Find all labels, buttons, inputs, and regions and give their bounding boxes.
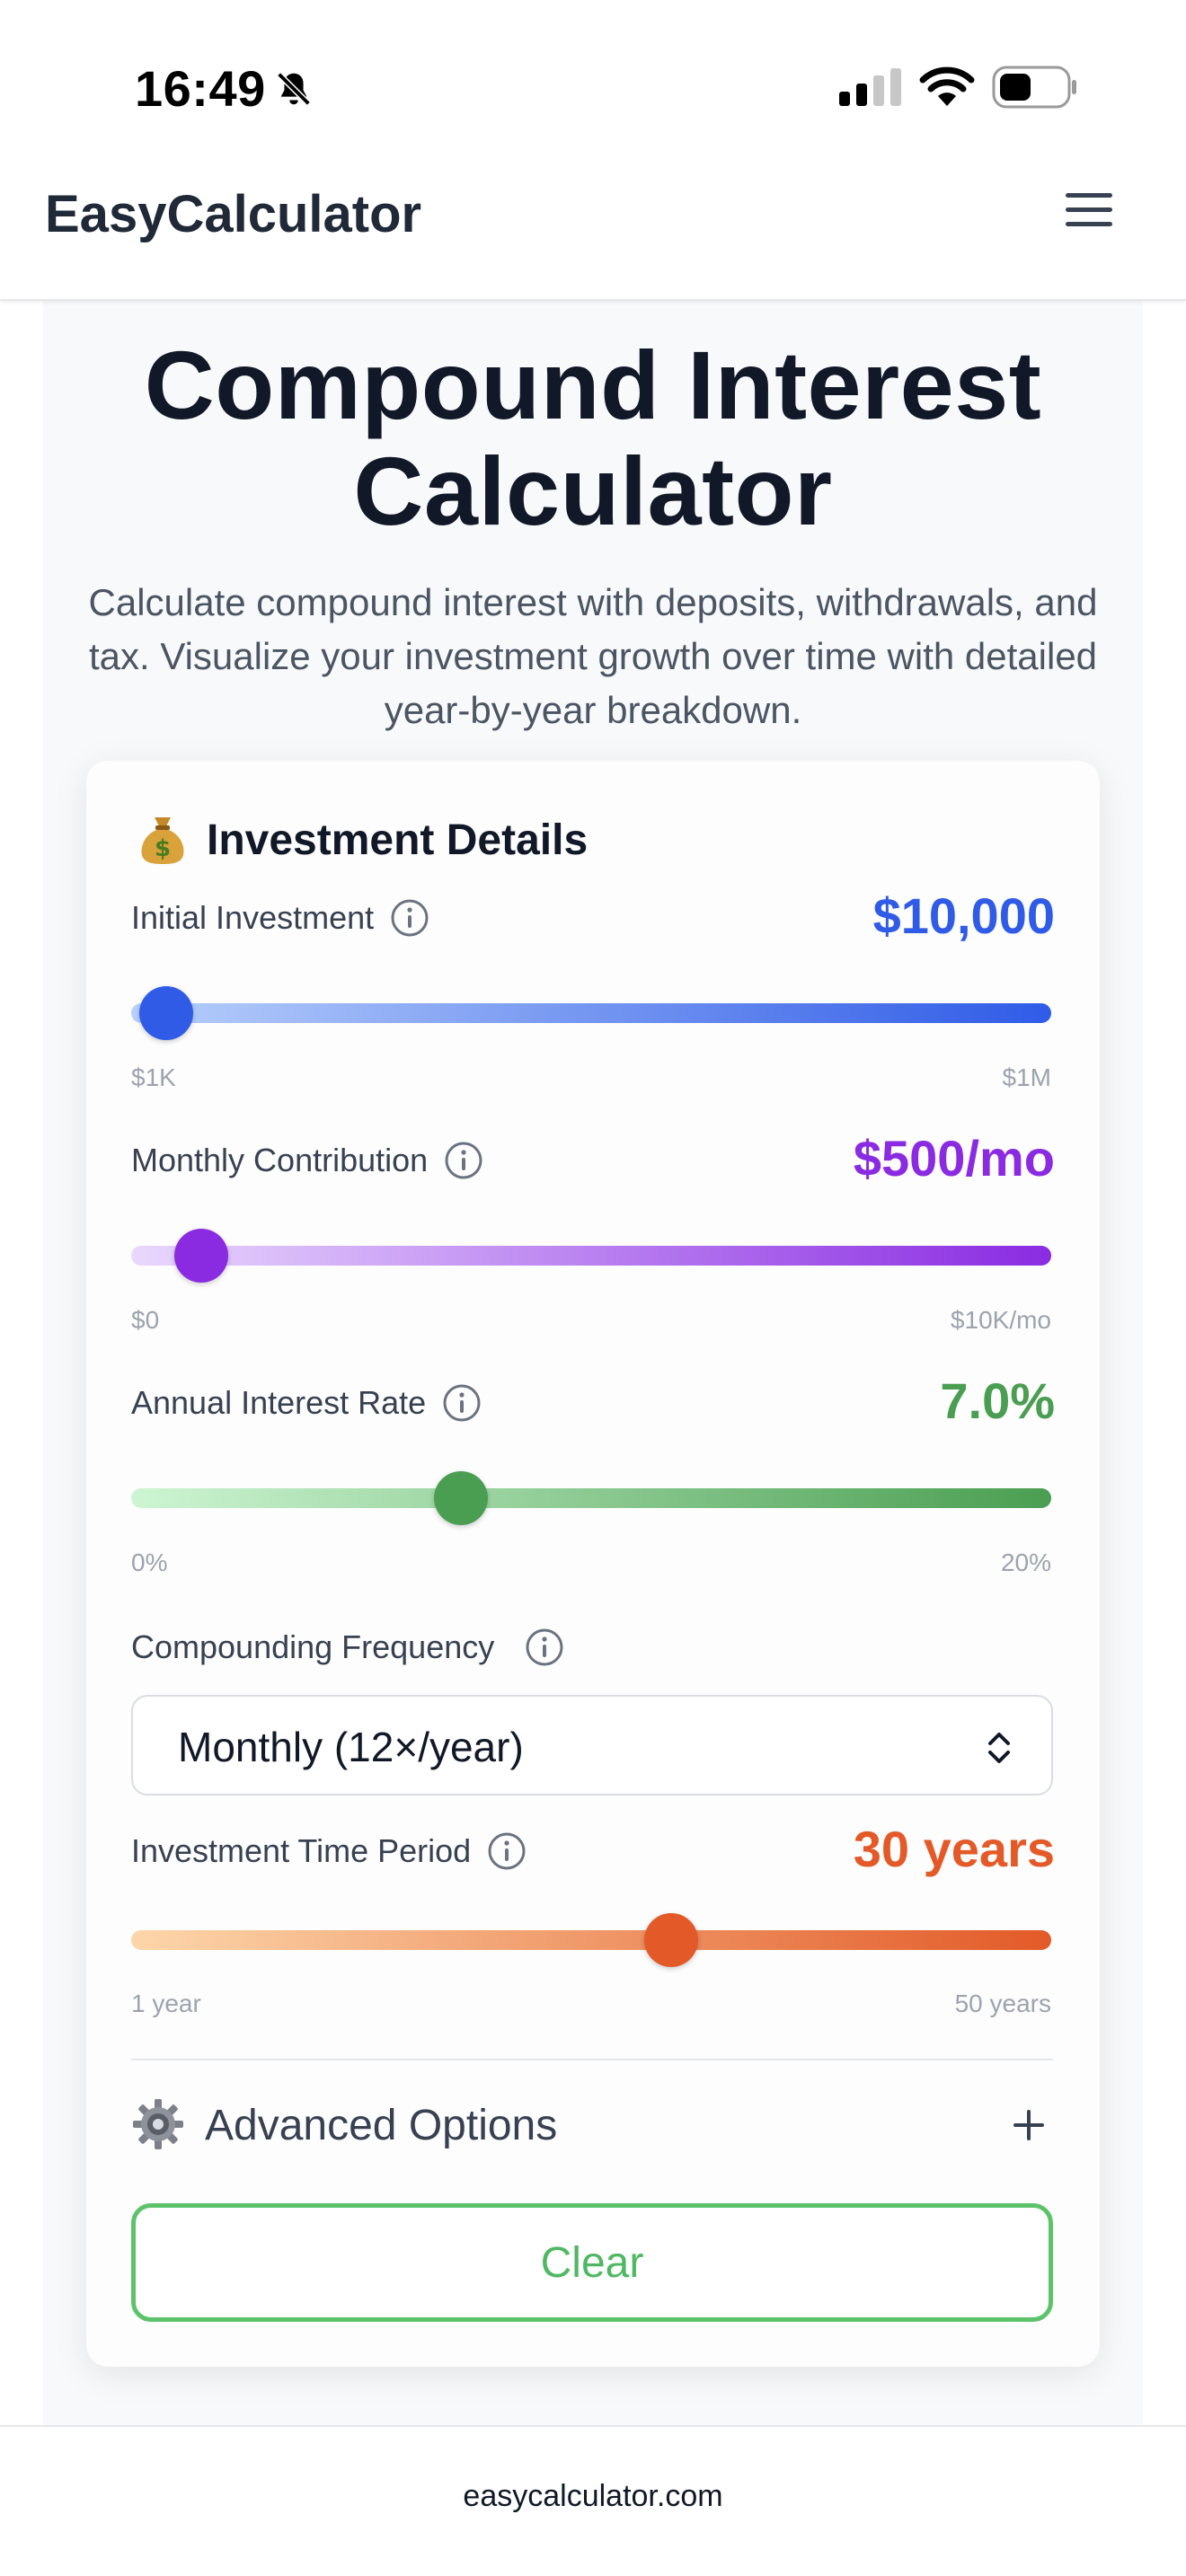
battery-icon bbox=[992, 66, 1076, 109]
app-header: EasyCalculator bbox=[0, 157, 1186, 301]
annual-interest-rate-max: 20% bbox=[1000, 1548, 1051, 1576]
investment-time-period-slider[interactable] bbox=[131, 1913, 1051, 1967]
wifi-icon bbox=[919, 66, 975, 106]
browser-address-bar[interactable]: easycalculator.com bbox=[0, 2425, 1186, 2576]
divider bbox=[131, 2059, 1053, 2060]
info-icon[interactable] bbox=[390, 898, 429, 938]
monthly-contribution-min: $0 bbox=[131, 1306, 160, 1334]
gear-icon bbox=[133, 2099, 183, 2149]
monthly-contribution-max: $10K/mo bbox=[950, 1306, 1051, 1334]
info-icon[interactable] bbox=[442, 1383, 482, 1423]
main-content: Compound Interest Calculator Calculate c… bbox=[43, 301, 1143, 2425]
card-heading-text: Investment Details bbox=[207, 816, 589, 864]
status-bar: 16:49 bbox=[0, 0, 1186, 157]
card-heading: $ Investment Details bbox=[138, 813, 588, 867]
initial-investment-max: $1M bbox=[1002, 1063, 1051, 1091]
investment-time-period-value: 30 years bbox=[853, 1821, 1055, 1877]
page-subtitle: Calculate compound interest with deposit… bbox=[88, 581, 1098, 731]
info-icon[interactable] bbox=[487, 1831, 527, 1871]
initial-investment-value: $10,000 bbox=[872, 887, 1055, 944]
monthly-contribution-label: Monthly Contribution bbox=[131, 1141, 483, 1180]
investment-time-period-min: 1 year bbox=[131, 1989, 201, 2017]
investment-details-card: $ Investment Details Initial Investment … bbox=[86, 761, 1100, 2367]
page-title-line-1: Compound Interest bbox=[144, 331, 1042, 439]
bell-slash-icon bbox=[277, 72, 311, 106]
monthly-contribution-value: $500/mo bbox=[853, 1130, 1055, 1187]
annual-interest-rate-slider[interactable] bbox=[131, 1471, 1051, 1525]
page-title: Compound Interest Calculator bbox=[43, 332, 1143, 544]
initial-investment-label-text: Initial Investment bbox=[131, 899, 375, 936]
hamburger-menu-icon[interactable] bbox=[1062, 182, 1116, 236]
annual-interest-rate-label: Annual Interest Rate bbox=[131, 1383, 482, 1423]
advanced-options-label: Advanced Options bbox=[205, 2102, 558, 2149]
page-title-line-2: Calculator bbox=[353, 437, 833, 545]
money-bag-icon: $ bbox=[141, 817, 184, 864]
plus-icon[interactable] bbox=[1008, 2104, 1049, 2146]
svg-text:$: $ bbox=[155, 835, 171, 862]
brand-logo[interactable]: EasyCalculator bbox=[45, 184, 421, 244]
annual-interest-rate-label-text: Annual Interest Rate bbox=[131, 1384, 427, 1421]
annual-interest-rate-min: 0% bbox=[131, 1548, 168, 1576]
status-time: 16:49 bbox=[135, 60, 266, 117]
initial-investment-min: $1K bbox=[131, 1063, 176, 1091]
investment-time-period-label: Investment Time Period bbox=[131, 1831, 527, 1871]
investment-time-period-max: 50 years bbox=[954, 1989, 1051, 2017]
annual-interest-rate-value: 7.0% bbox=[940, 1372, 1055, 1429]
site-url: easycalculator.com bbox=[463, 2479, 723, 2513]
info-icon[interactable] bbox=[444, 1141, 483, 1180]
investment-time-period-slider-thumb[interactable] bbox=[643, 1913, 698, 1967]
cellular-signal-icon bbox=[839, 68, 901, 106]
compounding-frequency-label-text: Compounding Frequency bbox=[131, 1628, 495, 1665]
monthly-contribution-slider[interactable] bbox=[131, 1229, 1051, 1283]
monthly-contribution-slider-thumb[interactable] bbox=[174, 1229, 229, 1283]
annual-interest-rate-slider-thumb[interactable] bbox=[434, 1471, 489, 1525]
investment-time-period-label-text: Investment Time Period bbox=[131, 1832, 472, 1869]
clear-button[interactable]: Clear bbox=[131, 2203, 1053, 2322]
initial-investment-slider[interactable] bbox=[131, 986, 1051, 1040]
advanced-options-toggle[interactable]: Advanced Options bbox=[131, 2088, 1053, 2160]
initial-investment-label: Initial Investment bbox=[131, 898, 429, 938]
initial-investment-slider-thumb[interactable] bbox=[138, 986, 193, 1040]
monthly-contribution-label-text: Monthly Contribution bbox=[131, 1142, 429, 1178]
compounding-frequency-label: Compounding Frequency bbox=[131, 1628, 564, 1667]
compounding-frequency-select[interactable]: Monthly (12×/year) bbox=[131, 1695, 1053, 1795]
chevron-up-down-icon bbox=[988, 1733, 1010, 1763]
info-icon[interactable] bbox=[525, 1628, 564, 1667]
compounding-frequency-selected: Monthly (12×/year) bbox=[178, 1724, 524, 1770]
